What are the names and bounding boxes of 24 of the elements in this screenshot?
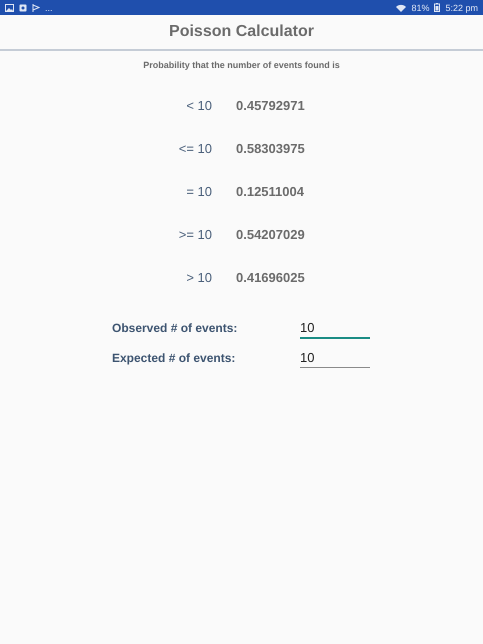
field-label: Expected # of events: xyxy=(112,351,236,365)
app-title: Poisson Calculator xyxy=(169,23,314,41)
square-icon xyxy=(19,4,27,12)
condition-label: = 10 xyxy=(185,184,212,199)
probability-value: 0.45792971 xyxy=(236,98,306,113)
play-flag-icon xyxy=(32,4,40,12)
condition-label: >= 10 xyxy=(178,227,212,242)
probability-value: 0.41696025 xyxy=(236,270,306,285)
battery-icon xyxy=(434,3,440,12)
condition-label: <= 10 xyxy=(178,141,212,156)
probability-value: 0.58303975 xyxy=(236,141,306,156)
condition-label: > 10 xyxy=(185,270,212,285)
number-field[interactable]: 10 xyxy=(300,318,370,338)
clock: 5:22 pm xyxy=(445,2,478,12)
probability-value: 0.54207029 xyxy=(236,227,306,242)
subtitle: Probability that the number of events found is xyxy=(142,60,341,70)
image-icon xyxy=(5,4,14,12)
probability-value: 0.12511004 xyxy=(236,184,305,199)
wifi-icon xyxy=(396,4,406,12)
field-label: Observed # of events: xyxy=(112,321,238,335)
number-field[interactable]: 10 xyxy=(300,348,370,368)
overflow-text: ... xyxy=(45,2,53,12)
condition-label: < 10 xyxy=(185,98,212,113)
battery-percent: 81% xyxy=(411,2,430,12)
